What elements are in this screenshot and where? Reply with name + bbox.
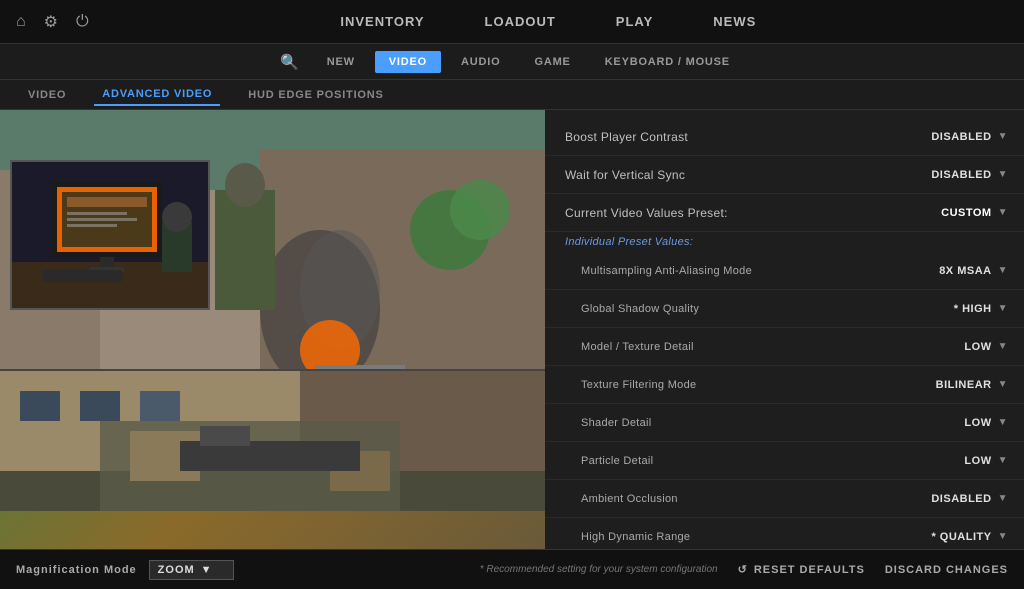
setting-label-video-values-preset: Current Video Values Preset: <box>565 206 848 220</box>
mag-mode-label: Magnification Mode <box>16 564 137 576</box>
setting-row-boost-player-contrast: Boost Player Contrast DISABLED ▼ <box>545 118 1024 156</box>
right-panel: Boost Player ContrastDISABLED▼Wait for V… <box>545 110 1024 549</box>
setting-dropdown-arrow-hdr: ▼ <box>998 531 1008 542</box>
subtab-video[interactable]: VIDEO <box>20 85 74 105</box>
setting-value-shader-detail[interactable]: LOW ▼ <box>848 417 1008 429</box>
setting-label-shader-detail: Shader Detail <box>565 417 848 429</box>
setting-value-hdr[interactable]: * QUALITY ▼ <box>848 531 1008 543</box>
nav-inventory[interactable]: INVENTORY <box>340 14 424 29</box>
setting-label-shadow-quality: Global Shadow Quality <box>565 303 848 315</box>
setting-value-text-ambient-occlusion: DISABLED <box>931 493 991 505</box>
setting-value-text-msaa: 8X MSAA <box>939 265 991 277</box>
setting-value-model-texture[interactable]: LOW ▼ <box>848 341 1008 353</box>
nav-news[interactable]: NEWS <box>713 14 756 29</box>
setting-dropdown-arrow-msaa: ▼ <box>998 265 1008 276</box>
discard-changes-button[interactable]: DISCARD CHANGES <box>885 564 1008 576</box>
tab-keyboard-mouse[interactable]: KEYBOARD / MOUSE <box>591 51 744 73</box>
setting-value-text-model-texture: LOW <box>964 341 991 353</box>
setting-value-shadow-quality[interactable]: * HIGH ▼ <box>848 303 1008 315</box>
tab-new[interactable]: NEW <box>313 51 369 73</box>
setting-label-ambient-occlusion: Ambient Occlusion <box>565 493 848 505</box>
settings-container: Boost Player ContrastDISABLED▼Wait for V… <box>545 118 1024 549</box>
setting-label-texture-filtering: Texture Filtering Mode <box>565 379 848 391</box>
setting-row-model-texture: Model / Texture Detail LOW ▼ <box>545 328 1024 366</box>
sub-tabs: VIDEO ADVANCED VIDEO HUD EDGE POSITIONS <box>0 80 1024 110</box>
setting-value-text-hdr: * QUALITY <box>931 531 991 543</box>
subtab-hud-edge[interactable]: HUD EDGE POSITIONS <box>240 85 391 105</box>
setting-dropdown-arrow-model-texture: ▼ <box>998 341 1008 352</box>
setting-row-video-values-preset: Current Video Values Preset: CUSTOM ▼ <box>545 194 1024 232</box>
setting-dropdown-arrow-boost-player-contrast: ▼ <box>998 131 1008 142</box>
left-panel: age view: <box>0 110 545 549</box>
setting-value-texture-filtering[interactable]: BILINEAR ▼ <box>848 379 1008 391</box>
setting-row-particle-detail: Particle Detail LOW ▼ <box>545 442 1024 480</box>
setting-dropdown-arrow-shadow-quality: ▼ <box>998 303 1008 314</box>
setting-value-video-values-preset[interactable]: CUSTOM ▼ <box>848 207 1008 219</box>
subtab-advanced-video[interactable]: ADVANCED VIDEO <box>94 84 220 106</box>
setting-dropdown-arrow-particle-detail: ▼ <box>998 455 1008 466</box>
setting-row-msaa: Multisampling Anti-Aliasing Mode 8X MSAA ▼ <box>545 252 1024 290</box>
setting-value-text-shadow-quality: * HIGH <box>954 303 992 315</box>
magnification-mode-section: Magnification Mode ZOOM ▼ <box>16 560 234 580</box>
setting-value-text-boost-player-contrast: DISABLED <box>931 131 991 143</box>
search-icon[interactable]: 🔍 <box>280 53 299 71</box>
setting-row-shader-detail: Shader Detail LOW ▼ <box>545 404 1024 442</box>
setting-label-model-texture: Model / Texture Detail <box>565 341 848 353</box>
setting-value-msaa[interactable]: 8X MSAA ▼ <box>848 265 1008 277</box>
recommended-text: * Recommended setting for your system co… <box>480 564 718 575</box>
home-icon[interactable]: ⌂ <box>16 13 26 31</box>
mag-mode-dropdown[interactable]: ZOOM ▼ <box>149 560 234 580</box>
setting-value-boost-player-contrast[interactable]: DISABLED ▼ <box>848 131 1008 143</box>
reset-defaults-button[interactable]: ↺ RESET DEFAULTS <box>738 563 865 576</box>
nav-loadout[interactable]: LOADOUT <box>485 14 556 29</box>
setting-value-text-wait-vertical-sync: DISABLED <box>931 169 991 181</box>
setting-value-text-texture-filtering: BILINEAR <box>936 379 992 391</box>
dropdown-chevron-icon: ▼ <box>201 564 213 576</box>
settings-tabs: 🔍 NEW VIDEO AUDIO GAME KEYBOARD / MOUSE <box>0 44 1024 80</box>
setting-value-ambient-occlusion[interactable]: DISABLED ▼ <box>848 493 1008 505</box>
nav-play[interactable]: PLAY <box>616 14 653 29</box>
setting-dropdown-arrow-ambient-occlusion: ▼ <box>998 493 1008 504</box>
setting-dropdown-arrow-video-values-preset: ▼ <box>998 207 1008 218</box>
top-nav-menu: INVENTORY LOADOUT PLAY NEWS <box>89 14 1008 29</box>
top-nav: ⌂ ⚙ ⏻ INVENTORY LOADOUT PLAY NEWS <box>0 0 1024 44</box>
bottom-scene <box>0 369 545 509</box>
setting-value-text-shader-detail: LOW <box>964 417 991 429</box>
setting-row-hdr: High Dynamic Range * QUALITY ▼ <box>545 518 1024 549</box>
bottom-bar-right: * Recommended setting for your system co… <box>480 563 1008 576</box>
setting-row-shadow-quality: Global Shadow Quality * HIGH ▼ <box>545 290 1024 328</box>
setting-row-ambient-occlusion: Ambient Occlusion DISABLED ▼ <box>545 480 1024 518</box>
setting-value-particle-detail[interactable]: LOW ▼ <box>848 455 1008 467</box>
setting-label-boost-player-contrast: Boost Player Contrast <box>565 130 848 144</box>
setting-dropdown-arrow-shader-detail: ▼ <box>998 417 1008 428</box>
tab-video[interactable]: VIDEO <box>375 51 441 73</box>
settings-section-header-preset-header: Individual Preset Values: <box>545 232 1024 252</box>
setting-dropdown-arrow-wait-vertical-sync: ▼ <box>998 169 1008 180</box>
power-icon[interactable]: ⏻ <box>76 13 89 31</box>
reset-icon: ↺ <box>738 563 748 576</box>
tab-game[interactable]: GAME <box>520 51 584 73</box>
main-content: age view: <box>0 110 1024 549</box>
setting-row-texture-filtering: Texture Filtering Mode BILINEAR ▼ <box>545 366 1024 404</box>
setting-label-hdr: High Dynamic Range <box>565 531 848 543</box>
tab-audio[interactable]: AUDIO <box>447 51 514 73</box>
discard-changes-label: DISCARD CHANGES <box>885 564 1008 576</box>
game-inset-monitor <box>10 160 210 310</box>
bottom-bar: Magnification Mode ZOOM ▼ * Recommended … <box>0 549 1024 589</box>
setting-value-text-video-values-preset: CUSTOM <box>941 207 991 219</box>
top-nav-icons: ⌂ ⚙ ⏻ <box>16 12 89 32</box>
game-screenshot: age view: <box>0 110 545 549</box>
settings-icon[interactable]: ⚙ <box>44 12 58 32</box>
setting-label-wait-vertical-sync: Wait for Vertical Sync <box>565 168 848 182</box>
reset-defaults-label: RESET DEFAULTS <box>754 564 865 576</box>
setting-value-text-particle-detail: LOW <box>964 455 991 467</box>
setting-label-msaa: Multisampling Anti-Aliasing Mode <box>565 265 848 277</box>
setting-value-wait-vertical-sync[interactable]: DISABLED ▼ <box>848 169 1008 181</box>
setting-dropdown-arrow-texture-filtering: ▼ <box>998 379 1008 390</box>
mag-mode-value: ZOOM <box>158 564 195 576</box>
setting-label-particle-detail: Particle Detail <box>565 455 848 467</box>
setting-row-wait-vertical-sync: Wait for Vertical Sync DISABLED ▼ <box>545 156 1024 194</box>
